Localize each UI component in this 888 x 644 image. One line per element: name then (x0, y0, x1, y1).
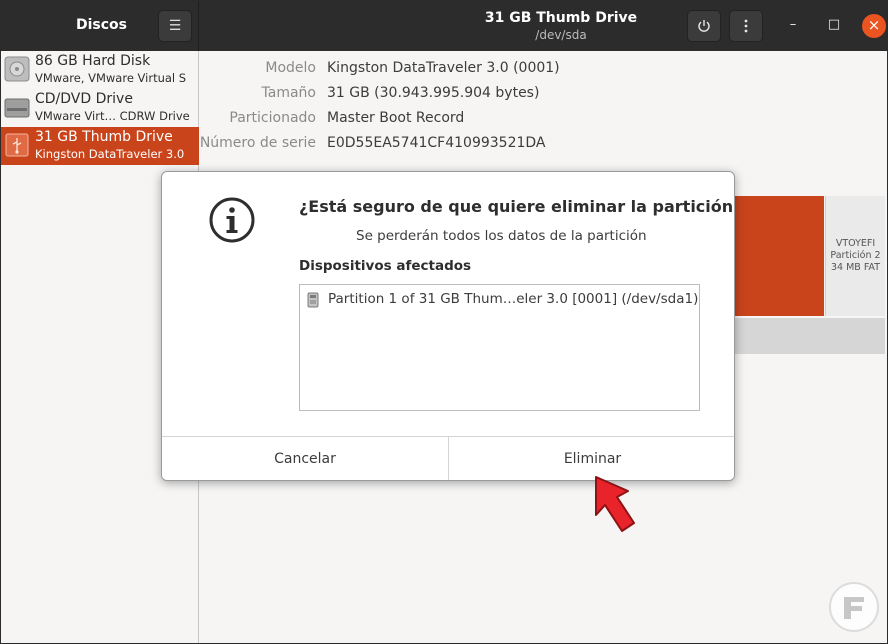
maximize-icon: □ (827, 17, 841, 32)
hard-disk-icon (4, 56, 30, 82)
detail-value: Kingston DataTraveler 3.0 (0001) (327, 60, 560, 76)
volume-toolbar (730, 318, 885, 354)
detail-row-size: Tamaño 31 GB (30.943.995.904 bytes) (200, 85, 887, 105)
close-button[interactable]: × (862, 14, 886, 38)
window-subtitle: /dev/sda (535, 28, 587, 42)
info-icon (209, 197, 255, 243)
drive-name: CD/DVD Drive (35, 91, 133, 107)
detail-row-model: Modelo Kingston DataTraveler 3.0 (0001) (200, 60, 887, 80)
maximize-button[interactable]: □ (822, 14, 846, 38)
drive-name: 86 GB Hard Disk (35, 53, 151, 69)
partition-label: VTOYEFI (835, 238, 876, 249)
sidebar-header: Discos ☰ (1, 1, 199, 51)
drive-description: Kingston DataTraveler 3.0 (35, 147, 185, 161)
usb-drive-icon (307, 292, 319, 308)
power-icon (698, 20, 710, 32)
app-title: Discos (76, 17, 128, 33)
delete-partition-dialog: ¿Está seguro de que quiere eliminar la p… (161, 171, 735, 481)
drive-name: 31 GB Thumb Drive (35, 129, 173, 145)
hamburger-menu-icon: ☰ (168, 18, 182, 34)
pointer-arrow-icon (595, 476, 635, 532)
drive-menu-button[interactable] (729, 10, 763, 42)
usb-drive-icon (5, 133, 29, 157)
dialog-actions: Cancelar Eliminar (162, 436, 734, 480)
partition-number: Partición 2 (830, 250, 881, 261)
close-icon: × (867, 16, 881, 34)
detail-row-serial: Número de serie E0D55EA5741CF410993521DA (199, 135, 887, 155)
detail-value: E0D55EA5741CF410993521DA (327, 135, 546, 151)
optical-drive-icon (4, 98, 30, 118)
affected-devices-label: Dispositivos afectados (299, 258, 472, 274)
drive-item-thumb-drive[interactable]: 31 GB Thumb Drive Kingston DataTraveler … (1, 127, 199, 165)
drive-description: VMware, VMware Virtual S (35, 71, 187, 85)
header-bar: Discos ☰ 31 GB Thumb Drive /dev/sda – □ (1, 1, 887, 51)
minimize-button[interactable]: – (781, 14, 805, 38)
affected-device-name: Partition 1 of 31 GB Thum…eler 3.0 [0001… (328, 291, 699, 307)
power-off-button[interactable] (687, 10, 721, 42)
drive-item-hard-disk[interactable]: 86 GB Hard Disk VMware, VMware Virtual S (1, 51, 199, 89)
volume-partition-2[interactable]: VTOYEFI Partición 2 34 MB FAT (825, 196, 885, 316)
affected-devices-list[interactable]: Partition 1 of 31 GB Thum…eler 3.0 [0001… (299, 284, 700, 411)
dialog-message: Se perderán todos los datos de la partic… (356, 228, 647, 244)
menu-button[interactable]: ☰ (158, 10, 192, 42)
drive-item-cd-dvd[interactable]: CD/DVD Drive VMware Virt… CDRW Drive (1, 89, 199, 127)
minimize-icon: – (789, 17, 797, 32)
cancel-button[interactable]: Cancelar (162, 437, 449, 480)
detail-row-partitioning: Particionado Master Boot Record (200, 110, 887, 130)
drive-description: VMware Virt… CDRW Drive (35, 109, 190, 123)
watermark-logo-icon (829, 582, 879, 632)
volume-partition-1[interactable] (730, 196, 824, 316)
detail-key: Modelo (265, 60, 316, 76)
dialog-title: ¿Está seguro de que quiere eliminar la p… (299, 197, 735, 216)
detail-value: Master Boot Record (327, 110, 465, 126)
disks-window: Discos ☰ 31 GB Thumb Drive /dev/sda – □ (0, 0, 888, 644)
partition-size: 34 MB FAT (831, 262, 880, 273)
detail-value: 31 GB (30.943.995.904 bytes) (327, 85, 540, 101)
detail-key: Particionado (229, 110, 316, 126)
detail-key: Número de serie (199, 135, 316, 151)
vertical-dots-icon (744, 19, 748, 33)
window-title: 31 GB Thumb Drive (484, 10, 638, 26)
detail-key: Tamaño (261, 85, 316, 101)
